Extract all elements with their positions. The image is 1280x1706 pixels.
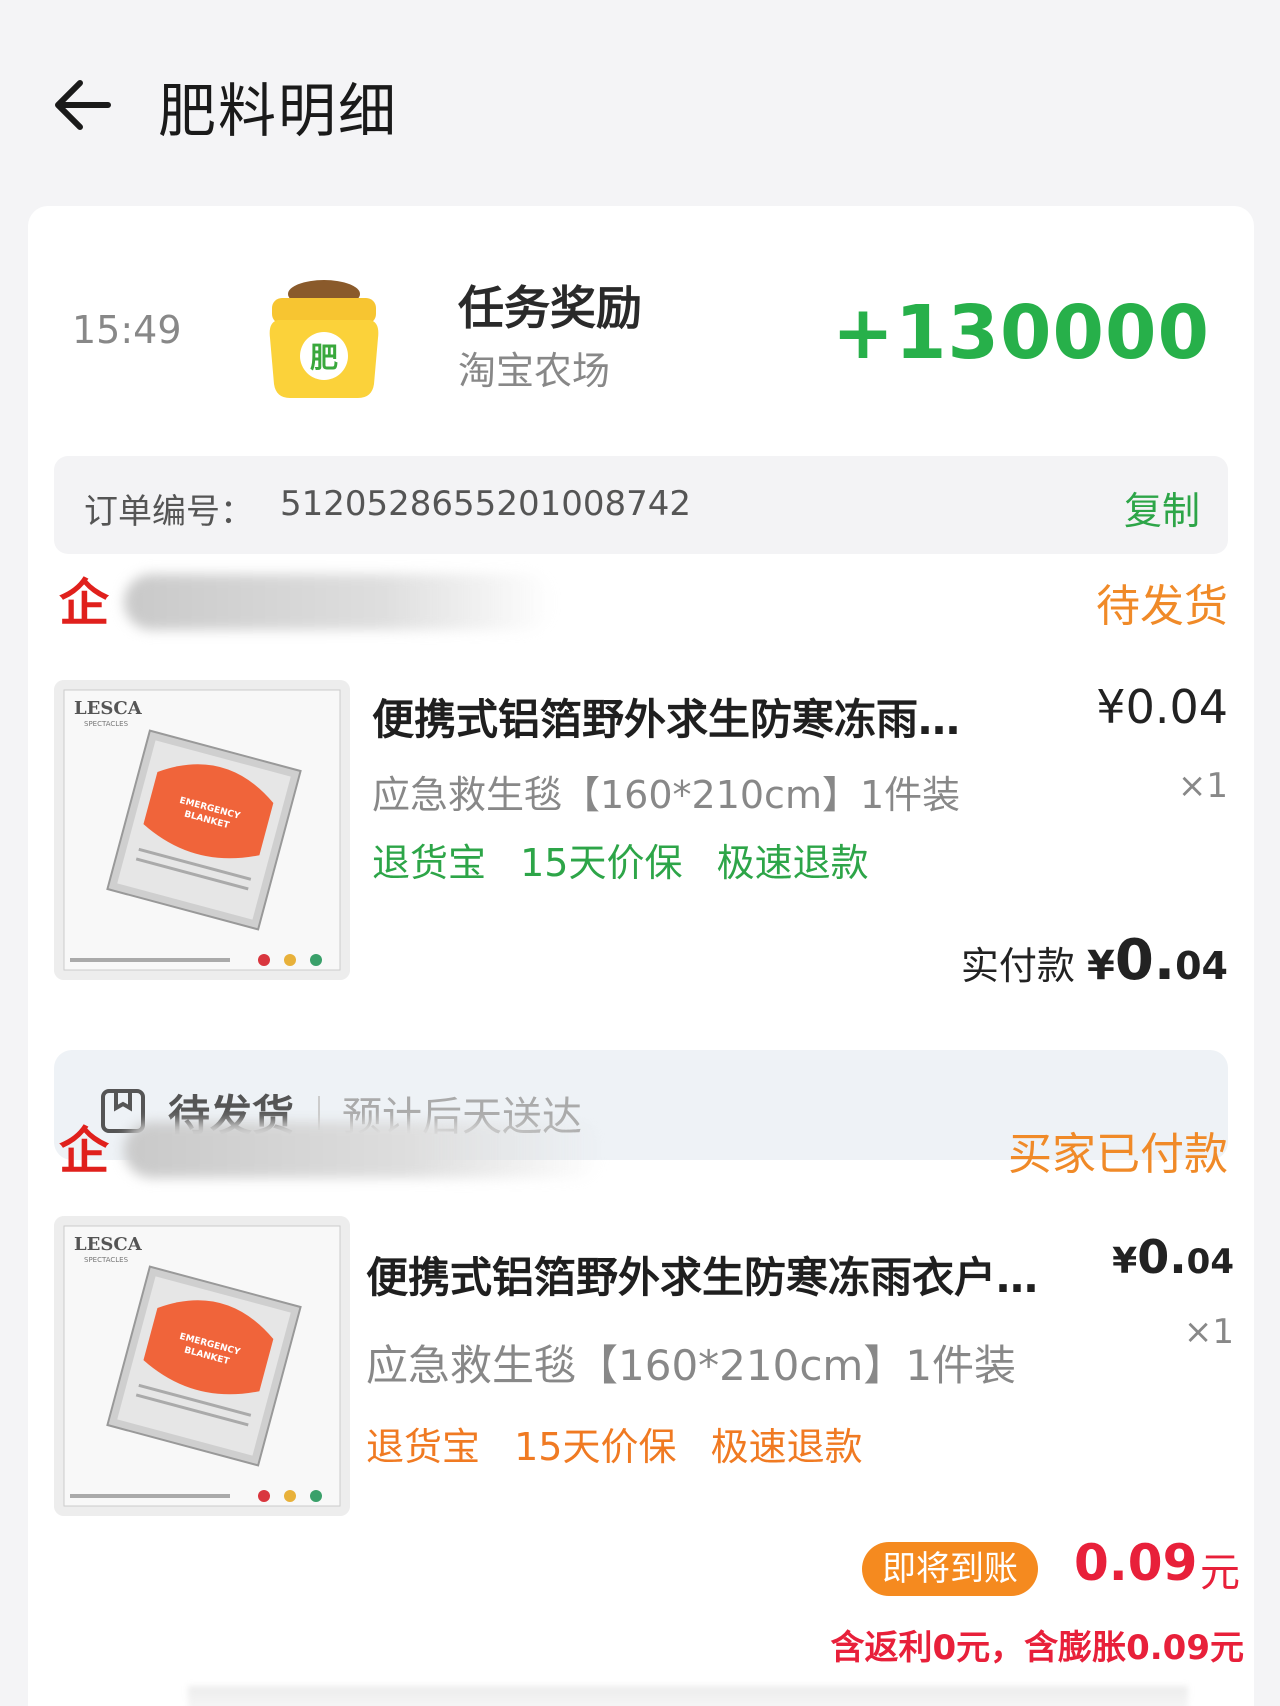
product-item-1[interactable]: LESCA SPECTACLES EMERGENCY BLANKET 便携式铝箔…	[54, 680, 1228, 980]
shop-row-1[interactable]: 企 待发货	[54, 568, 1228, 638]
product-sku: 应急救生毯【160*210cm】1件装	[366, 1341, 1017, 1390]
shop-name-blurred	[124, 1122, 604, 1178]
tag-return-insurance: 退货宝	[366, 1425, 481, 1469]
service-tags: 退货宝 15天价保 极速退款	[366, 1416, 885, 1471]
product-image[interactable]: LESCA SPECTACLES EMERGENCY BLANKET	[54, 680, 350, 980]
svg-text:企: 企	[59, 574, 110, 628]
reward-amount: +130000	[832, 290, 1210, 376]
price-decimal: 04	[1186, 1242, 1234, 1282]
tag-price-protection: 15天价保	[514, 1425, 677, 1469]
page-title: 肥料明细	[158, 77, 399, 145]
back-arrow-icon[interactable]	[50, 72, 116, 138]
enterprise-shop-icon: 企	[54, 572, 114, 632]
paid-currency: ¥	[1087, 943, 1115, 989]
paid-integer: 0.	[1114, 928, 1176, 993]
reward-title: 任务奖励	[458, 281, 642, 335]
reward-source: 淘宝农场	[458, 349, 611, 393]
product-item-2[interactable]: LESCA SPECTACLES EMERGENCY BLANKET 便携式铝箔…	[54, 1216, 1234, 1516]
svg-text:LESCA: LESCA	[74, 1234, 143, 1255]
shop-row-2[interactable]: 企 买家已付款	[54, 1116, 1228, 1186]
reward-row: 15:49 肥 任务奖励 淘宝农场 +130000	[28, 206, 1254, 446]
shop-name-blurred	[124, 574, 554, 630]
product-quantity: ×1	[1183, 1312, 1234, 1352]
paid-label: 实付款	[960, 944, 1075, 988]
enterprise-shop-icon: 企	[54, 1120, 114, 1180]
incoming-badge: 即将到账	[862, 1542, 1038, 1596]
tag-fast-refund: 极速退款	[716, 841, 869, 885]
svg-text:企: 企	[59, 1122, 110, 1176]
svg-text:SPECTACLES: SPECTACLES	[84, 720, 129, 728]
incoming-unit: 元	[1200, 1550, 1240, 1596]
product-title: 便携式铝箔野外求生防寒冻雨…	[372, 695, 961, 744]
fertilizer-label: 肥	[310, 341, 338, 374]
svg-text:SPECTACLES: SPECTACLES	[84, 1256, 129, 1264]
detail-card: 15:49 肥 任务奖励 淘宝农场 +130000 订单编号： 51205286…	[28, 206, 1254, 1706]
incoming-note: 含返利0元，含膨胀0.09元	[830, 1628, 1244, 1668]
product-quantity: ×1	[1177, 766, 1228, 806]
order-number: 5120528655201008742	[280, 484, 692, 524]
product-price: ¥0.04	[1096, 680, 1228, 734]
service-tags: 退货宝 15天价保 极速退款	[372, 832, 891, 887]
paid-decimal: 04	[1175, 944, 1228, 988]
fertilizer-bag-icon: 肥	[264, 276, 384, 402]
product-sku: 应急救生毯【160*210cm】1件装	[372, 773, 961, 817]
tag-return-insurance: 退货宝	[372, 841, 487, 885]
order-label: 订单编号：	[84, 492, 254, 532]
price-currency: ¥	[1112, 1241, 1138, 1282]
order-number-bar: 订单编号： 5120528655201008742 复制	[54, 456, 1228, 554]
svg-text:LESCA: LESCA	[74, 698, 143, 719]
incoming-amount: 0.09	[1074, 1534, 1198, 1592]
tag-price-protection: 15天价保	[520, 841, 683, 885]
shop-status: 待发货	[1096, 581, 1228, 632]
shop-status: 买家已付款	[1008, 1129, 1228, 1180]
tag-fast-refund: 极速退款	[710, 1425, 863, 1469]
price-integer: 0.	[1137, 1230, 1187, 1284]
product-price: ¥0.04	[1112, 1230, 1234, 1284]
product-image[interactable]: LESCA SPECTACLES EMERGENCY BLANKET	[54, 1216, 350, 1516]
reward-time: 15:49	[72, 308, 182, 352]
paid-amount-row: 实付款 ¥0.04	[961, 928, 1228, 993]
copy-button[interactable]: 复制	[1124, 480, 1200, 535]
bottom-fade	[188, 1686, 1188, 1706]
product-title: 便携式铝箔野外求生防寒冻雨衣户…	[366, 1253, 1039, 1302]
header: 肥料明细	[0, 0, 1280, 200]
